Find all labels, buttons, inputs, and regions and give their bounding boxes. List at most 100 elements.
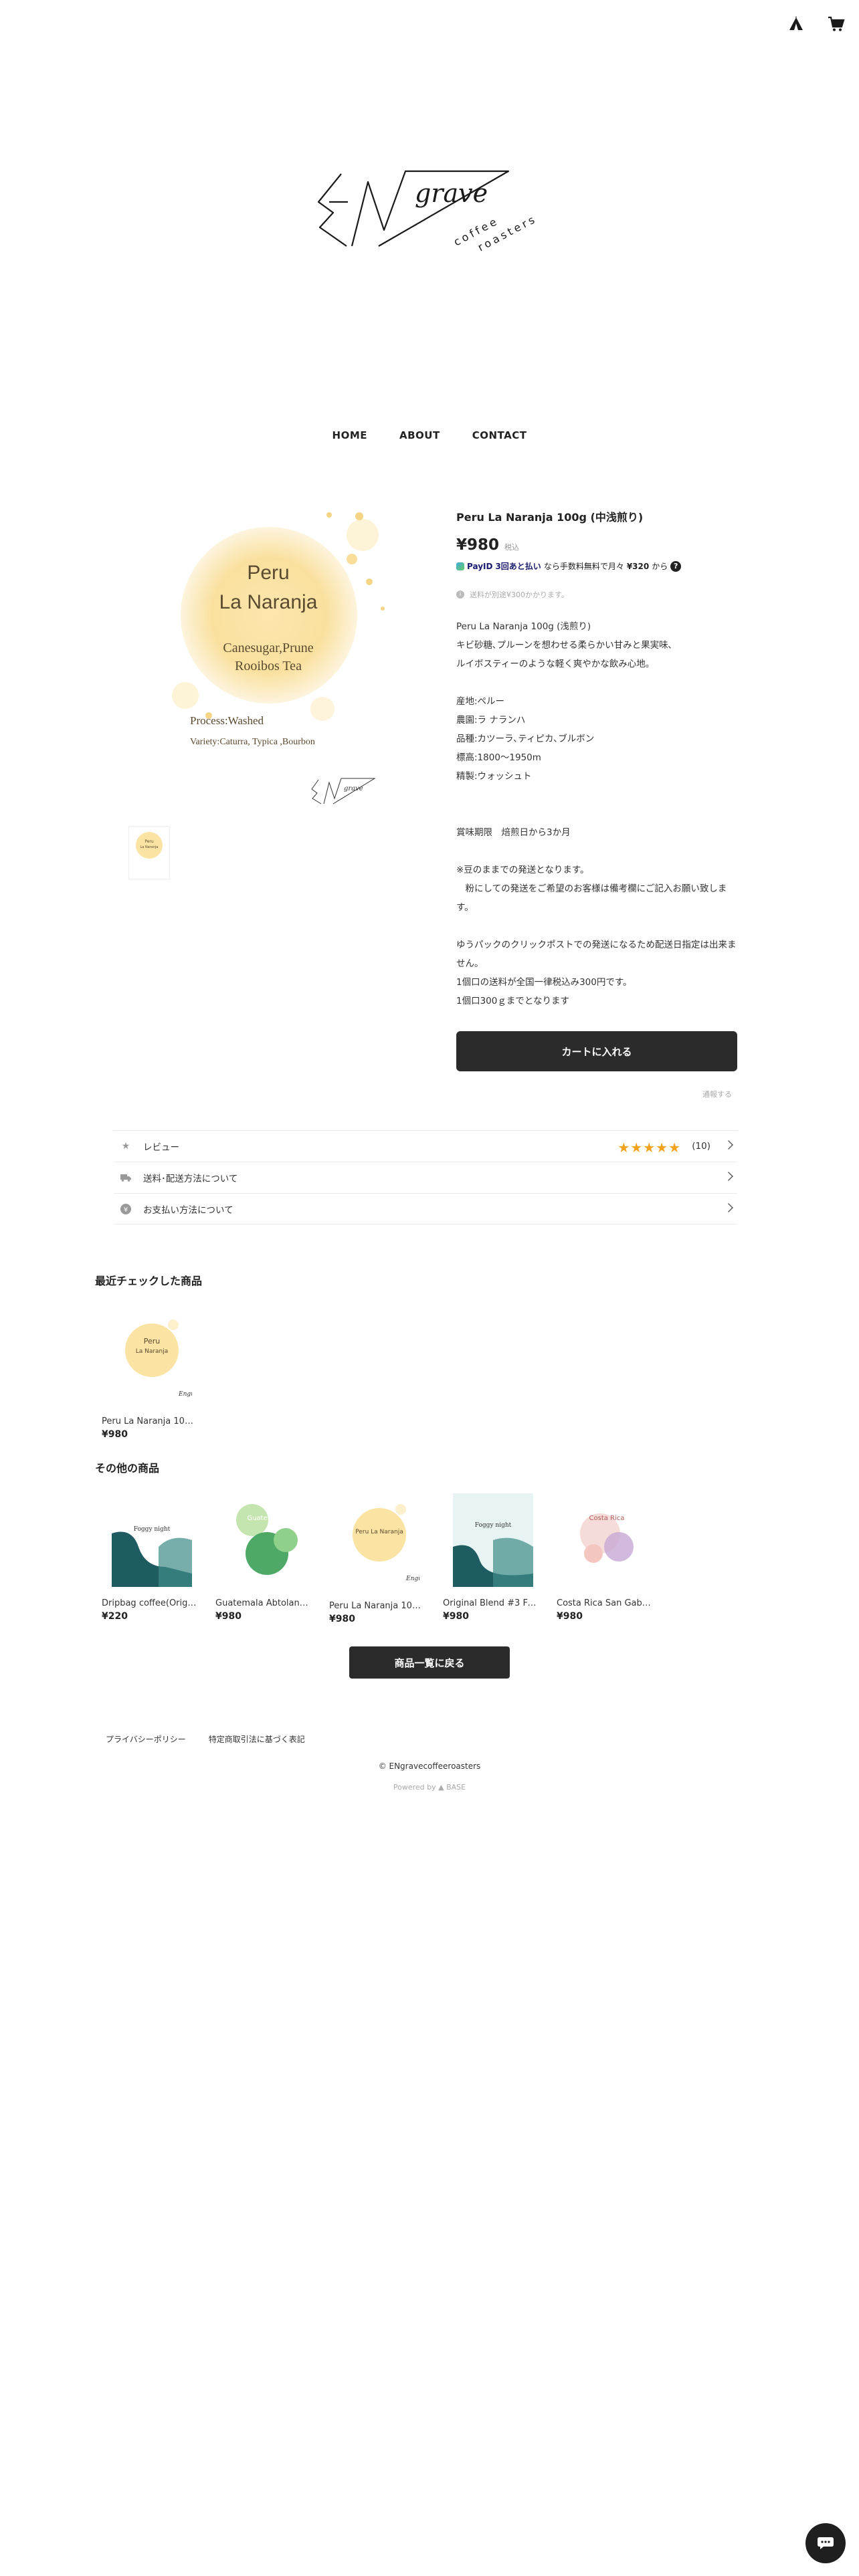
chevron-right-icon — [724, 1172, 733, 1181]
payid-brand: PayID — [467, 561, 493, 571]
description-line: 1個口300ｇまでとなります — [456, 996, 569, 1006]
payid-text-mid: なら手数料無料で月々 — [543, 562, 624, 571]
image-caption: Guatemala — [247, 1515, 284, 1522]
star-icon: ★ — [121, 1141, 130, 1152]
image-notes-1: Canesugar,Prune — [223, 641, 314, 655]
chat-icon[interactable] — [805, 2523, 846, 2563]
footer-links: プライバシーポリシー 特定商取引法に基づく表記 — [106, 1733, 305, 1745]
svg-text:grave: grave — [415, 179, 488, 208]
product-main-image[interactable]: Peru La Naranja Canesugar,Prune Rooibos … — [128, 495, 408, 815]
product-price: ¥980 — [443, 1611, 469, 1622]
payid-logo-icon — [456, 562, 464, 570]
product-image: Peru La Naranja Engr — [329, 1490, 430, 1590]
review-count: (10) — [692, 1141, 710, 1152]
product-name: Dripbag coffee(Original Blend) — [102, 1598, 197, 1608]
accordion-payment[interactable]: ¥ お支払い方法について — [114, 1193, 737, 1224]
accordion-shipping[interactable]: 送料･配送方法について — [114, 1162, 737, 1193]
product-name: Guatemala Abtolan 100g — [215, 1598, 310, 1608]
image-origin: Peru — [247, 562, 290, 584]
commerce-law-link[interactable]: 特定商取引法に基づく表記 — [209, 1733, 305, 1745]
other-product-card[interactable]: Guatemala Guatemala Abtolan 100g ¥980 — [215, 1490, 316, 1622]
product-price: ¥980 — [329, 1614, 355, 1624]
svg-text:grave: grave — [344, 785, 363, 792]
product-price: ¥980 — [102, 1429, 128, 1440]
nav-home[interactable]: HOME — [332, 429, 367, 441]
description-line: 産地:ペルー — [456, 696, 505, 707]
cart-icon[interactable] — [824, 12, 848, 36]
svg-text:Peru: Peru — [145, 839, 154, 844]
accordion-reviews[interactable]: ★ レビュー ★★★★★ (10) — [114, 1130, 737, 1162]
product-name: Peru La Naranja 100g (中浅煎り) — [102, 1416, 197, 1426]
product-price: ¥980 — [557, 1611, 583, 1622]
image-caption: Foggy night — [475, 1522, 512, 1529]
recent-title: 最近チェックした商品 — [95, 1275, 203, 1287]
other-product-card[interactable]: Costa Rica Costa Rica San Gabriel 100g ¥… — [557, 1490, 657, 1622]
description-line — [456, 842, 737, 861]
product-title: Peru La Naranja 100g (中浅煎り) — [456, 511, 644, 524]
description-line — [456, 786, 737, 804]
description-line: ルイボスティーのような軽く爽やかな飲み心地｡ — [456, 659, 650, 669]
other-product-card[interactable]: Peru La Naranja Engr Peru La Naranja 100g… — [329, 1490, 430, 1624]
svg-text:Peru: Peru — [144, 1337, 161, 1346]
info-accordion: ★ レビュー ★★★★★ (10) 送料･配送方法について ¥ お支払い方法につ… — [114, 1130, 737, 1224]
svg-text:Engr: Engr — [178, 1391, 192, 1398]
image-caption: Peru La Naranja — [355, 1529, 403, 1535]
chevron-right-icon — [724, 1140, 733, 1150]
nav-contact[interactable]: CONTACT — [472, 429, 527, 441]
chevron-right-icon — [724, 1203, 733, 1212]
shipping-note: i 送料が別途¥300かかります。 — [456, 589, 737, 600]
image-notes-2: Rooibos Tea — [235, 659, 302, 673]
nav-about[interactable]: ABOUT — [399, 429, 440, 441]
description-line: 賞味期限 焙煎日から3か月 — [456, 827, 571, 838]
description-line: 1個口の送料が全国一律税込み300円です。 — [456, 977, 632, 988]
product-price: ¥220 — [102, 1611, 128, 1622]
payid-banner[interactable]: PayID 3回あと払い なら手数料無料で月々 ¥320 から ? — [456, 560, 737, 572]
main-nav: HOME ABOUT CONTACT — [0, 429, 859, 441]
product-price: ¥980 — [456, 536, 500, 554]
other-product-card[interactable]: Foggy night Dripbag coffee(Original Blen… — [102, 1490, 202, 1622]
rating-stars: ★★★★★ — [617, 1140, 681, 1156]
image-caption: Costa Rica — [589, 1515, 625, 1522]
powered-by[interactable]: Powered by ▲ BASE — [0, 1783, 859, 1792]
description-line — [456, 917, 737, 936]
svg-text:La Naranja: La Naranja — [136, 1348, 169, 1355]
svg-text:Engr: Engr — [405, 1576, 419, 1582]
copyright: © ENgravecoffeeroasters — [378, 1761, 481, 1771]
product-image: Foggy night — [443, 1490, 543, 1590]
accordion-label: レビュー — [143, 1142, 179, 1153]
description-line: ※豆のままでの発送となります。 — [456, 865, 589, 875]
back-to-list-button[interactable]: 商品一覧に戻る — [349, 1646, 510, 1679]
report-link[interactable]: 通報する — [702, 1089, 732, 1099]
payid-highlight: 3回あと払い — [495, 562, 541, 571]
product-image: Guatemala — [215, 1490, 316, 1590]
description-line: 農園:ラ ナランハ — [456, 715, 526, 726]
accordion-label: お支払い方法について — [143, 1204, 233, 1216]
image-logo-mark: grave — [310, 776, 384, 808]
other-product-card[interactable]: Foggy night Original Blend #3 Foggy nigh… — [443, 1490, 543, 1622]
description-line: 精製:ウォッシュト — [456, 771, 532, 782]
others-title: その他の商品 — [95, 1462, 160, 1475]
accordion-label: 送料･配送方法について — [143, 1174, 238, 1184]
svg-text:¥: ¥ — [124, 1206, 128, 1214]
info-icon: i — [456, 591, 464, 599]
product-thumbnail[interactable]: Peru La Naranja — [128, 826, 170, 879]
truck-icon — [120, 1172, 131, 1183]
payid-text-end: から — [652, 562, 668, 571]
powered-brand: BASE — [446, 1783, 466, 1792]
image-variety: Variety:Caturra, Typica ,Bourbon — [190, 737, 315, 747]
privacy-policy-link[interactable]: プライバシーポリシー — [106, 1733, 186, 1745]
brand-logo[interactable]: grave coffee roasters — [314, 160, 555, 261]
payid-amount: ¥320 — [626, 561, 650, 571]
recent-product-card[interactable]: Peru La Naranja Engr Peru La Naranja 100g … — [102, 1305, 202, 1440]
help-icon[interactable]: ? — [670, 560, 682, 572]
product-name: Peru La Naranja 100g (中浅煎り) — [329, 1601, 424, 1611]
description-line: キビ砂糖､プルーンを想わせる柔らかい甘みと果実味､ — [456, 640, 673, 651]
product-description: Peru La Naranja 100g (浅煎り) キビ砂糖､プルーンを想わせ… — [456, 617, 737, 1010]
base-logo-icon: ▲ — [438, 1783, 444, 1792]
image-farm: La Naranja — [219, 591, 318, 613]
description-line: 標高:1800〜1950m — [456, 752, 541, 763]
description-line: Peru La Naranja 100g (浅煎り) — [456, 621, 591, 632]
add-to-cart-button[interactable]: カートに入れる — [456, 1031, 737, 1071]
product-price: ¥980 — [215, 1611, 242, 1622]
tent-icon[interactable] — [784, 12, 808, 36]
